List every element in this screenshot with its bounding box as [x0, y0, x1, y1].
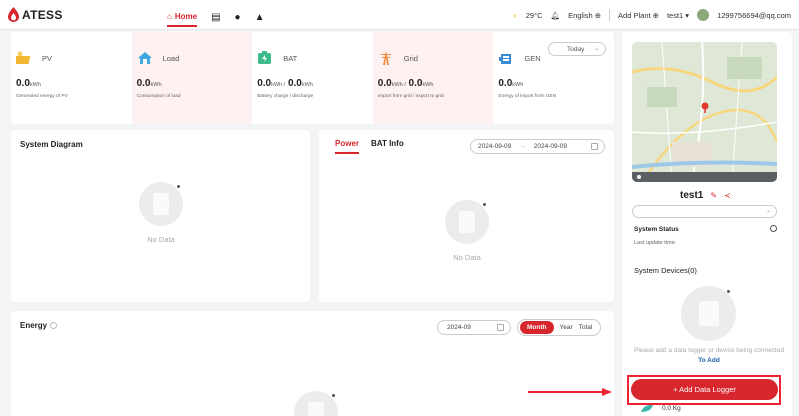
empty-state	[286, 391, 346, 416]
empty-document-icon	[139, 182, 183, 226]
energy-card: Energy 2024-09 Month Year Total	[11, 311, 614, 416]
system-diagram-title: System Diagram	[20, 140, 83, 149]
alarm-icon[interactable]: ▲	[255, 12, 265, 23]
plant-select[interactable]: test1 ▾	[667, 11, 689, 20]
atess-logo[interactable]: ATESS	[8, 7, 63, 22]
arrow-right-icon: →	[519, 143, 526, 150]
energy-title: Energy	[20, 321, 58, 330]
empty-document-icon	[445, 200, 489, 244]
share-icon[interactable]: ≺	[724, 191, 731, 200]
empty-state	[678, 286, 738, 341]
nav-home-label: Home	[174, 12, 198, 21]
period-toggle: Month Year Total	[517, 319, 602, 336]
system-status-label: System Status	[634, 226, 679, 233]
edit-icon[interactable]: ✎	[710, 191, 717, 200]
month-picker[interactable]: 2024-09	[437, 320, 511, 335]
system-devices-heading: System Devices(0)	[634, 266, 697, 275]
system-diagram-card: System Diagram No Data	[11, 130, 310, 302]
stat-grid: Grid 0.0kWh / 0.0kWh Import from grid / …	[372, 32, 494, 124]
top-bar: ATESS ⌂ Home ▤ ● ▲ ◐ 29°C 🔔︎ English ⊕ A…	[0, 0, 799, 30]
date-range-picker[interactable]: 2024-09-09 → 2024-09-09	[470, 139, 605, 154]
logo-text: ATESS	[22, 7, 63, 22]
empty-state: No Data	[437, 200, 497, 262]
stat-load: Load 0.0kWh Consumption of load	[131, 32, 253, 124]
stat-pv: PV 0.0kWh Generated energy of PV	[11, 32, 132, 124]
chevron-down-icon: ⌄	[593, 46, 599, 52]
nav-home-tab[interactable]: ⌂ Home	[167, 12, 198, 27]
add-device-message: Please add a data logger or device being…	[634, 347, 784, 364]
language-select[interactable]: English ⊕	[568, 11, 601, 20]
date-end[interactable]: 2024-09-09	[534, 143, 567, 150]
account-email[interactable]: 1299756694@qq.com	[717, 11, 791, 20]
no-data-text: No Data	[453, 253, 481, 262]
bell-icon[interactable]: 🔔︎	[551, 11, 561, 20]
info-icon	[50, 322, 58, 330]
tab-power[interactable]: Power	[335, 139, 360, 154]
divider	[609, 9, 611, 21]
plant-location-map[interactable]	[632, 42, 777, 182]
solar-panel-icon	[16, 51, 31, 64]
map-image	[632, 42, 777, 182]
toggle-month[interactable]: Month	[520, 321, 554, 334]
device-select[interactable]: ⌄	[632, 205, 777, 218]
plant-sidebar: test1 ✎ ≺ ⌄ System Status Last update ti…	[622, 32, 792, 416]
weather-temperature: 29°C	[525, 10, 543, 20]
house-icon	[137, 52, 152, 64]
calendar-icon	[497, 324, 504, 331]
no-data-text: No Data	[147, 235, 175, 244]
empty-document-icon	[680, 286, 736, 341]
co2-saving: 0.0 Kg	[640, 404, 681, 412]
weather-sun-icon: ◐	[513, 10, 518, 20]
flame-logo-icon	[8, 7, 19, 22]
highlight-box	[627, 375, 781, 405]
date-start[interactable]: 2024-09-09	[478, 143, 511, 150]
add-plant-button[interactable]: Add Plant ⊕	[618, 11, 659, 20]
power-tower-icon	[380, 51, 391, 65]
chevron-down-icon: ⌄	[765, 208, 771, 214]
toggle-year[interactable]: Year	[560, 324, 573, 331]
power-card: Power BAT Info 2024-09-09 → 2024-09-09 N…	[319, 130, 614, 302]
toggle-total[interactable]: Total	[579, 324, 593, 331]
refresh-icon[interactable]	[770, 225, 777, 232]
to-add-link[interactable]: To Add	[698, 357, 720, 364]
last-update-label: Last update time:	[634, 240, 677, 246]
empty-document-icon	[294, 391, 338, 416]
stat-bat: BAT 0.0kWh / 0.0kWh Battery charge / dis…	[252, 32, 373, 124]
avatar[interactable]	[697, 9, 710, 21]
pointer-arrow-icon	[528, 388, 612, 396]
empty-state: No Data	[131, 182, 191, 244]
tab-bat-info[interactable]: BAT Info	[371, 139, 404, 148]
plant-name: test1 ✎ ≺	[680, 190, 731, 201]
user-icon[interactable]: ●	[235, 12, 241, 23]
period-select[interactable]: Today ⌄	[547, 42, 606, 56]
header-right: ◐ 29°C 🔔︎ English ⊕ Add Plant ⊕ test1 ▾ …	[513, 9, 791, 21]
generator-icon	[499, 54, 512, 64]
home-icon: ⌂	[167, 12, 172, 21]
battery-icon	[258, 51, 272, 64]
calendar-icon	[591, 143, 598, 150]
main-nav: ⌂ Home ▤ ● ▲	[167, 7, 264, 27]
device-list-icon[interactable]: ▤	[211, 12, 220, 23]
leaf-icon	[641, 404, 653, 412]
energy-stats-card: PV 0.0kWh Generated energy of PV Load 0.…	[11, 32, 614, 124]
stat-gen: GEN 0.0kWh Energy of import from GEN Tod…	[493, 32, 614, 124]
